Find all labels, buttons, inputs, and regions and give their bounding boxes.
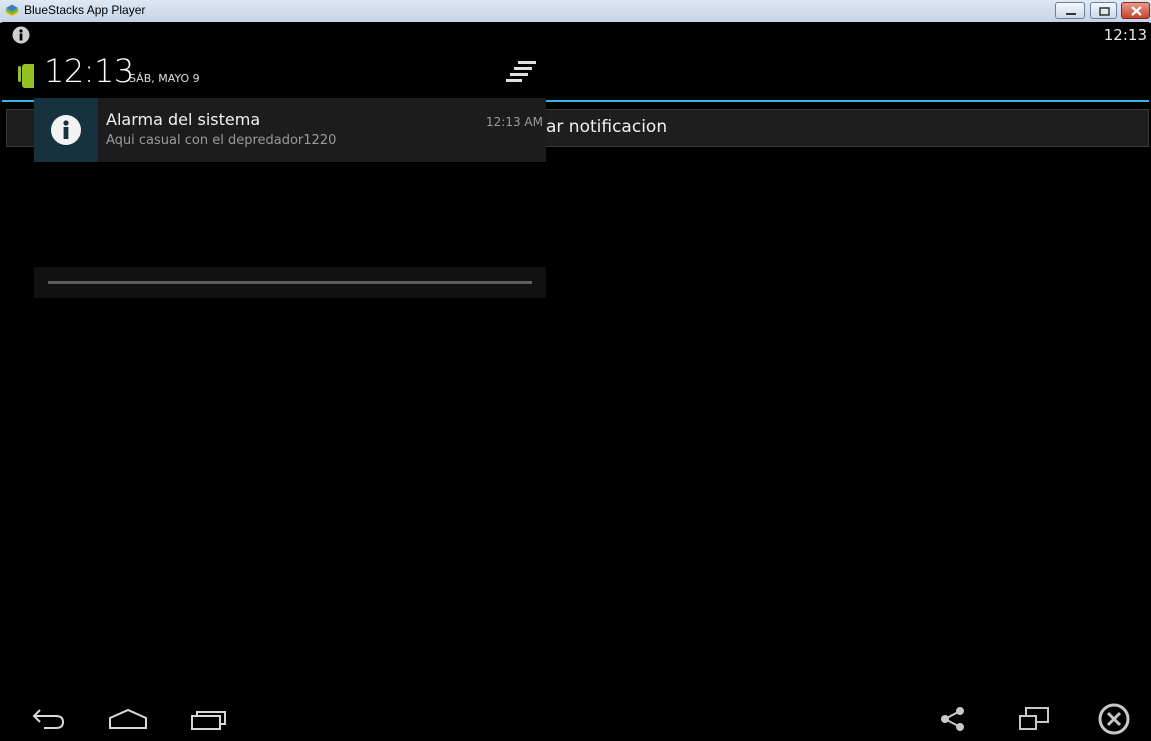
show-notification-button-label: ar notificacion: [546, 117, 668, 137]
minimize-button[interactable]: [1055, 2, 1085, 19]
screen-rotate-icon[interactable]: [1018, 706, 1050, 732]
shade-date: SÁB, MAYO 9: [129, 72, 200, 85]
home-icon[interactable]: [108, 706, 148, 732]
info-icon: [12, 26, 30, 44]
clear-all-notifications-icon[interactable]: [504, 58, 538, 84]
close-app-icon[interactable]: [1098, 703, 1130, 735]
shade-clock: 12:13: [44, 52, 134, 90]
shade-handle-bar: [48, 281, 532, 284]
window-title-bar: BlueStacks App Player: [0, 0, 1151, 23]
status-bar-clock: 12:13: [1103, 26, 1147, 44]
share-icon[interactable]: [940, 706, 966, 732]
notification-item[interactable]: [34, 98, 546, 162]
bluestacks-logo-icon: [5, 4, 19, 16]
close-window-button[interactable]: [1121, 2, 1150, 19]
notification-time: 12:13 AM: [486, 115, 543, 129]
notification-text: Aqui casual con el depredador1220: [106, 133, 337, 148]
info-icon: [51, 115, 81, 145]
maximize-button[interactable]: [1090, 2, 1117, 19]
window-title: BlueStacks App Player: [24, 3, 146, 17]
back-icon[interactable]: [30, 706, 66, 732]
recent-apps-icon[interactable]: [190, 706, 228, 732]
notification-title: Alarma del sistema: [106, 110, 261, 129]
